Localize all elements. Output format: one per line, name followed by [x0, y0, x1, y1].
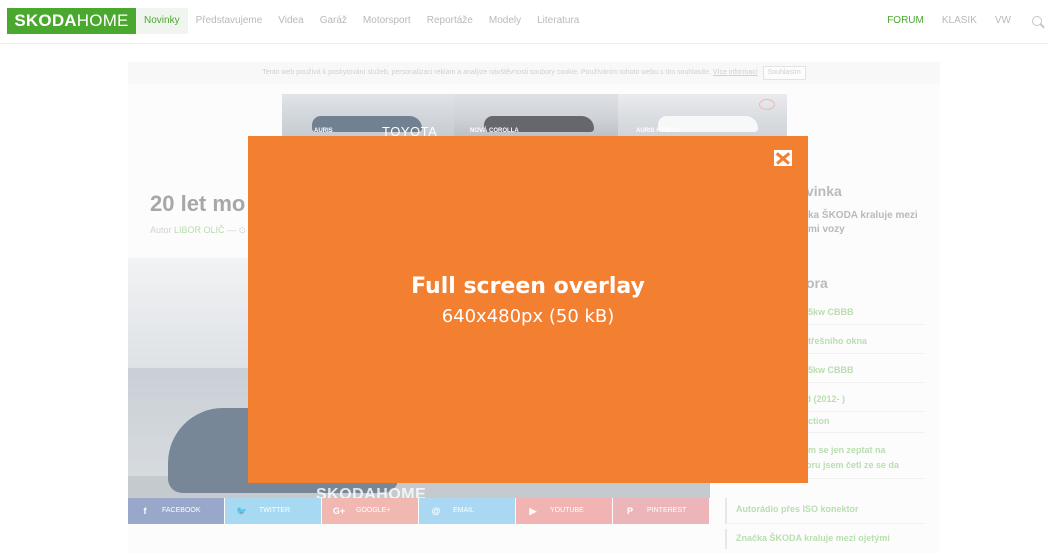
- top-navbar: SKODAHOME Novinky Představujeme Videa Ga…: [0, 0, 1048, 44]
- nav-item-videa[interactable]: Videa: [270, 8, 311, 34]
- logo-bold: SKODA: [14, 11, 77, 30]
- close-icon[interactable]: [774, 150, 792, 166]
- fullscreen-overlay[interactable]: Full screen overlay 640x480px (50 kB): [248, 136, 808, 483]
- nav-item-motorsport[interactable]: Motorsport: [355, 8, 419, 34]
- nav-item-literatura[interactable]: Literatura: [529, 8, 587, 34]
- overlay-title: Full screen overlay: [411, 274, 645, 299]
- nav-item-klasik[interactable]: KLASIK: [933, 8, 986, 34]
- main-nav: Novinky Představujeme Videa Garáž Motors…: [136, 8, 587, 34]
- nav-item-novinky[interactable]: Novinky: [136, 8, 188, 34]
- nav-item-garaz[interactable]: Garáž: [312, 8, 355, 34]
- nav-item-vw[interactable]: VW: [986, 8, 1020, 34]
- logo-light: HOME: [76, 11, 129, 30]
- nav-item-forum[interactable]: FORUM: [878, 8, 933, 34]
- secondary-nav: FORUM KLASIK VW: [878, 8, 1020, 34]
- overlay-subtitle: 640x480px (50 kB): [441, 306, 615, 327]
- nav-item-modely[interactable]: Modely: [481, 8, 529, 34]
- site-logo[interactable]: SKODAHOME: [7, 8, 136, 34]
- nav-item-reportaze[interactable]: Reportáže: [419, 8, 481, 34]
- search-icon[interactable]: [1032, 16, 1042, 26]
- nav-item-predstavujeme[interactable]: Představujeme: [188, 8, 271, 34]
